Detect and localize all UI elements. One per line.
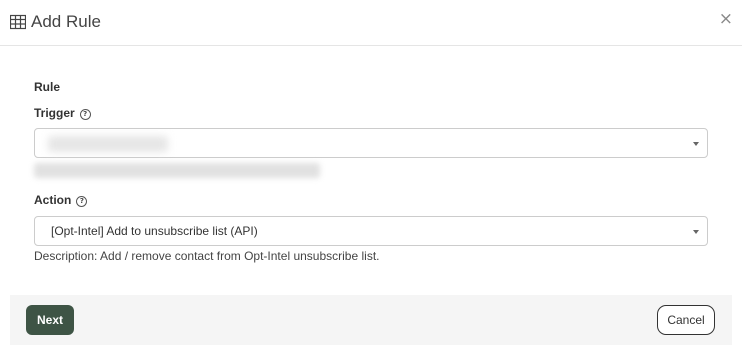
dialog-title: Add Rule <box>31 12 101 31</box>
next-button[interactable]: Next <box>26 305 74 335</box>
chevron-down-icon <box>693 230 699 234</box>
table-icon <box>9 14 27 30</box>
action-select[interactable]: [Opt-Intel] Add to unsubscribe list (API… <box>34 216 708 246</box>
dialog-header: Add Rule × <box>0 0 742 46</box>
dialog-footer: Next Cancel <box>10 295 732 345</box>
action-label-row: Action? <box>34 193 88 207</box>
chevron-down-icon <box>693 142 699 146</box>
help-icon[interactable]: ? <box>79 109 91 120</box>
help-icon[interactable]: ? <box>76 196 88 207</box>
action-label: Action <box>34 193 72 207</box>
cancel-button[interactable]: Cancel <box>657 305 715 335</box>
dialog-title-wrap: Add Rule <box>9 12 101 32</box>
rule-heading: Rule <box>34 80 61 94</box>
trigger-value-redacted <box>48 136 168 152</box>
trigger-label: Trigger <box>34 106 75 120</box>
trigger-label-row: Trigger? <box>34 106 91 120</box>
action-select-value: [Opt-Intel] Add to unsubscribe list (API… <box>51 224 258 238</box>
trigger-description-redacted <box>34 163 320 178</box>
close-icon[interactable]: × <box>719 11 733 28</box>
action-description: Description: Add / remove contact from O… <box>34 249 380 263</box>
